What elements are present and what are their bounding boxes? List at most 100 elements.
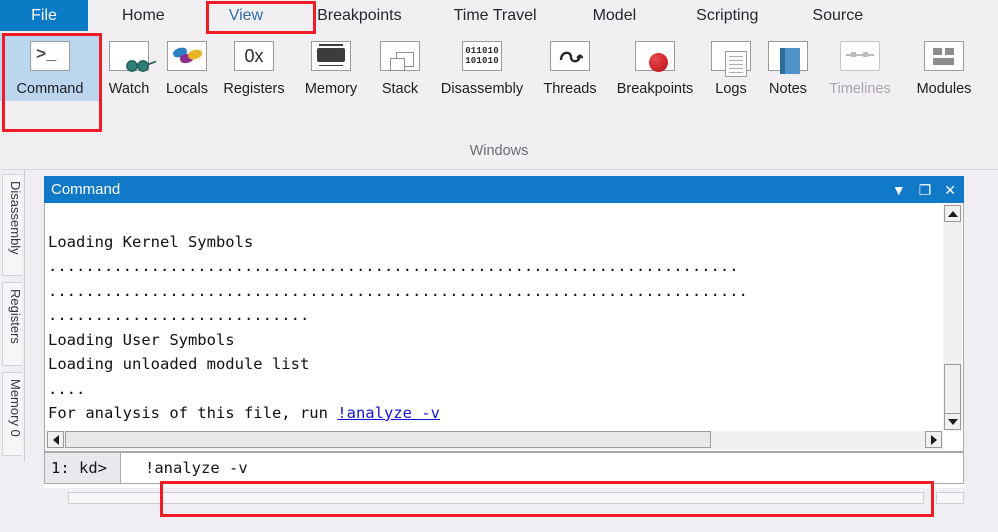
console-line-7: ....	[48, 379, 86, 398]
command-input[interactable]: !analyze -v	[120, 452, 964, 484]
command-window: Command ▼ ❐ ✕ Loading Kernel Symbols ...…	[44, 176, 964, 506]
ribbon-tab-breakpoints[interactable]: Breakpoints	[311, 0, 408, 31]
modules-grid-icon	[918, 39, 970, 75]
ribbon-tab-home-label: Home	[122, 6, 165, 24]
bottom-dock-panel-left	[68, 492, 924, 504]
hex-0x-icon: 0x	[228, 39, 280, 75]
console-line-4: ............................	[48, 306, 310, 324]
arrow-right-icon	[930, 434, 937, 445]
ribbon-button-memory-label: Memory	[304, 81, 358, 97]
vertical-scrollbar-thumb[interactable]	[944, 364, 961, 414]
ribbon-button-modules-label: Modules	[916, 81, 972, 97]
ribbon-tab-view-label: View	[228, 6, 264, 24]
console-line-3: ........................................…	[48, 281, 748, 300]
chevron-down-icon[interactable]: ▼	[892, 183, 906, 197]
binary-row-2: 101010	[465, 56, 499, 66]
memory-chip-icon	[305, 39, 357, 75]
ribbon-button-command[interactable]: >_ Command	[0, 33, 100, 101]
ribbon-button-timelines-label: Timelines	[829, 81, 891, 97]
ribbon-button-locals-label: Locals	[166, 81, 208, 97]
console-vertical-scrollbar[interactable]	[943, 204, 962, 431]
ribbon-button-disassembly-label: Disassembly	[440, 81, 524, 97]
scroll-right-button[interactable]	[925, 431, 942, 448]
console-line-6: Loading unloaded module list	[48, 355, 310, 373]
ribbon-tab-model[interactable]: Model	[587, 0, 643, 31]
locals-shapes-icon	[161, 39, 213, 75]
ribbon-button-modules[interactable]: Modules	[902, 33, 986, 101]
ribbon-tab-home[interactable]: Home	[116, 0, 171, 31]
red-dot-icon	[629, 39, 681, 75]
ribbon-button-threads[interactable]: Threads	[534, 33, 606, 101]
ribbon-button-threads-label: Threads	[543, 81, 597, 97]
ribbon-button-watch[interactable]: Watch	[100, 33, 158, 101]
ribbon-button-breakpoints-label: Breakpoints	[616, 81, 694, 97]
bottom-dock-panel-right	[936, 492, 964, 504]
ribbon-group-items: >_ Command Watch Locals 0x Registers Mem…	[0, 33, 986, 137]
dock-tab-disassembly[interactable]: Disassembly	[2, 174, 23, 276]
dock-tab-disassembly-label: Disassembly	[8, 181, 23, 255]
ribbon-tab-time-travel-label: Time Travel	[453, 6, 537, 24]
analyze-command-link[interactable]: !analyze -v	[337, 404, 440, 422]
ribbon-button-breakpoints[interactable]: Breakpoints	[606, 33, 704, 101]
ribbon-tab-source[interactable]: Source	[806, 0, 869, 31]
ribbon-button-logs-label: Logs	[715, 81, 747, 97]
maximize-icon[interactable]: ❐	[919, 183, 932, 197]
ribbon-tab-model-label: Model	[592, 6, 637, 24]
ribbon-button-logs[interactable]: Logs	[704, 33, 758, 101]
tab-spacer-end	[869, 0, 998, 31]
tab-spacer-5	[543, 0, 587, 31]
ribbon-button-disassembly[interactable]: 011010 101010 Disassembly	[430, 33, 534, 101]
ribbon-tab-source-label: Source	[812, 6, 864, 24]
close-icon[interactable]: ✕	[944, 183, 956, 197]
notebook-icon	[762, 39, 814, 75]
ribbon-group-label: Windows	[469, 143, 529, 159]
ribbon-tab-breakpoints-label: Breakpoints	[317, 6, 402, 24]
tab-spacer-3	[269, 0, 311, 31]
tab-spacer-4	[408, 0, 448, 31]
ribbon-button-registers[interactable]: 0x Registers	[216, 33, 292, 101]
horizontal-scrollbar-thumb[interactable]	[65, 431, 711, 448]
scroll-down-button[interactable]	[944, 413, 961, 430]
command-window-title-buttons: ▼ ❐ ✕	[892, 183, 964, 197]
command-window-titlebar: Command ▼ ❐ ✕	[44, 176, 964, 203]
timeline-icon	[834, 39, 886, 75]
ribbon-button-timelines[interactable]: Timelines	[818, 33, 902, 101]
arrow-left-icon	[52, 434, 59, 445]
ribbon-body: >_ Command Watch Locals 0x Registers Mem…	[0, 31, 998, 170]
console-horizontal-scrollbar[interactable]	[46, 431, 943, 450]
tab-spacer-6	[642, 0, 690, 31]
stacked-windows-icon	[374, 39, 426, 75]
scroll-left-button[interactable]	[47, 431, 64, 448]
dock-tab-registers[interactable]: Registers	[2, 282, 23, 366]
arrow-up-icon	[947, 210, 958, 217]
bottom-dock-strip	[44, 488, 964, 506]
console-line-8-prefix: For analysis of this file, run	[48, 404, 338, 422]
ribbon-button-notes[interactable]: Notes	[758, 33, 818, 101]
windbg-window: File Home View Breakpoints Time Travel M…	[0, 0, 998, 532]
ribbon-button-stack-label: Stack	[381, 81, 419, 97]
console-line-1: Loading Kernel Symbols	[48, 232, 254, 251]
ribbon-tab-view[interactable]: View	[223, 0, 269, 31]
left-dock-tab-strip: Disassembly Registers Memory 0	[0, 170, 25, 462]
ribbon-tab-time-travel[interactable]: Time Travel	[448, 0, 543, 31]
ribbon-button-notes-label: Notes	[769, 81, 807, 97]
ribbon-button-locals[interactable]: Locals	[158, 33, 216, 101]
console-output[interactable]: Loading Kernel Symbols .................…	[48, 205, 943, 432]
binary-row-1: 011010	[465, 46, 499, 56]
ribbon-tab-file[interactable]: File	[0, 0, 88, 31]
ribbon-tab-file-label: File	[31, 6, 57, 24]
command-prompt-label: 1: kd>	[44, 452, 120, 484]
scroll-up-button[interactable]	[944, 205, 961, 222]
binary-digits-icon: 011010 101010	[456, 39, 508, 75]
ribbon-tab-strip: File Home View Breakpoints Time Travel M…	[0, 0, 998, 31]
console-line-2: ........................................…	[48, 257, 739, 275]
ribbon-button-stack[interactable]: Stack	[370, 33, 430, 101]
console-line-5: Loading User Symbols	[48, 330, 235, 349]
thread-loop-icon	[544, 39, 596, 75]
ribbon-tab-scripting[interactable]: Scripting	[690, 0, 764, 31]
dock-tab-memory-0[interactable]: Memory 0	[2, 372, 23, 456]
ribbon-button-memory[interactable]: Memory	[292, 33, 370, 101]
dock-tab-registers-label: Registers	[8, 289, 23, 344]
command-window-title: Command	[51, 181, 121, 198]
tab-spacer-7	[764, 0, 806, 31]
